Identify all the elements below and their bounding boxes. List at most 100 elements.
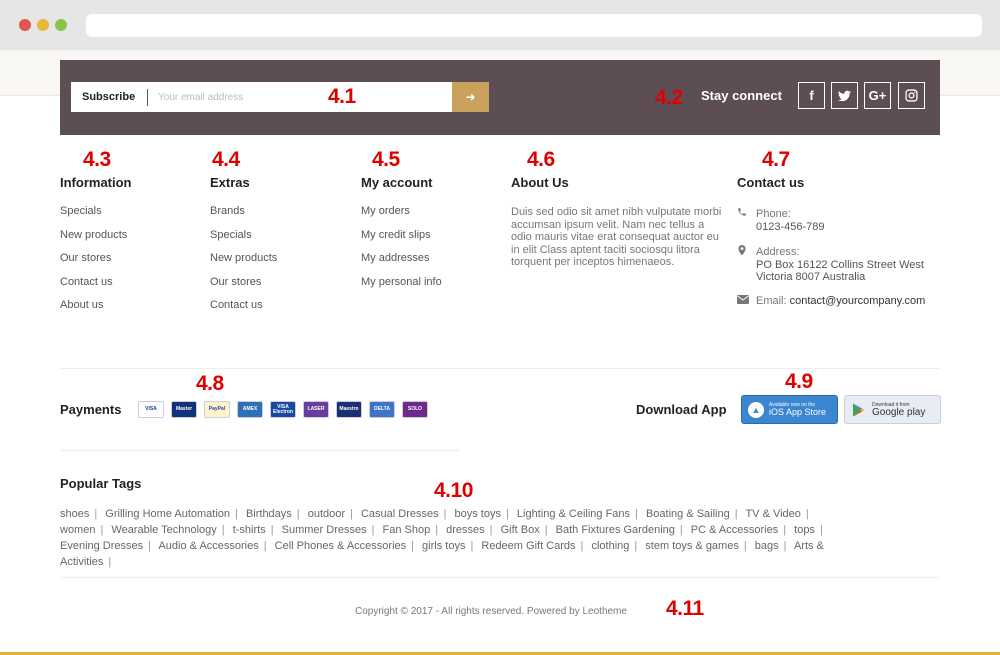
tag-separator: | [108, 556, 112, 568]
extras-link[interactable]: Brands [210, 205, 277, 229]
extras-link[interactable]: Contact us [210, 299, 277, 323]
app-store-button[interactable]: ▲ Available now on the iOS App Store [741, 395, 838, 424]
subscribe-label: Subscribe [82, 91, 136, 103]
tag-link[interactable]: dresses [446, 524, 485, 536]
instagram-button[interactable] [898, 82, 925, 109]
tag-link[interactable]: girls toys [422, 540, 465, 552]
popular-tags-title: Popular Tags [60, 476, 142, 491]
tag-link[interactable]: Lighting & Ceiling Fans [517, 508, 630, 520]
tag-separator: | [805, 508, 809, 520]
facebook-icon: f [809, 88, 814, 103]
payment-card-icon: SOLO [402, 401, 428, 418]
tag-link[interactable]: Gift Box [501, 524, 540, 536]
apple-app-store-icon: ▲ [748, 401, 764, 418]
twitter-icon [838, 90, 851, 101]
information-link[interactable]: Specials [60, 205, 127, 229]
information-link[interactable]: About us [60, 299, 127, 323]
newsletter-bar: Subscribe ➜ Stay connect f G+ [60, 60, 940, 135]
facebook-button[interactable]: f [798, 82, 825, 109]
information-link[interactable]: Contact us [60, 276, 127, 300]
my-account-link[interactable]: My credit slips [361, 229, 442, 253]
tag-separator: | [580, 540, 584, 552]
address-label: Address: [756, 246, 800, 258]
tag-link[interactable]: tops [794, 524, 815, 536]
tag-link[interactable]: Casual Dresses [361, 508, 439, 520]
my-account-title: My account [361, 175, 433, 190]
tag-link[interactable]: shoes [60, 508, 89, 520]
tag-link[interactable]: Summer Dresses [282, 524, 367, 536]
annotation-4-9: 4.9 [785, 370, 813, 393]
tag-separator: | [350, 508, 353, 520]
tag-link[interactable]: Cell Phones & Accessories [275, 540, 406, 552]
instagram-icon [905, 89, 918, 102]
email-input[interactable] [158, 86, 448, 108]
information-title: Information [60, 175, 132, 190]
email-block: Email: contact@yourcompany.com [756, 295, 925, 308]
address-bar[interactable] [86, 14, 982, 37]
tag-link[interactable]: Boating & Sailing [646, 508, 730, 520]
my-account-list: My orders My credit slips My addresses M… [361, 205, 442, 299]
tag-separator: | [443, 508, 447, 520]
tag-link[interactable]: TV & Video [745, 508, 800, 520]
close-window-dot[interactable] [19, 19, 31, 31]
tag-link[interactable]: Audio & Accessories [158, 540, 258, 552]
annotation-4-4: 4.4 [212, 148, 240, 171]
annotation-4-1: 4.1 [328, 85, 356, 108]
tag-separator: | [371, 524, 375, 536]
tag-link[interactable]: bags [755, 540, 779, 552]
maximize-window-dot[interactable] [55, 19, 67, 31]
information-link[interactable]: New products [60, 229, 127, 253]
tag-link[interactable]: clothing [591, 540, 629, 552]
subscribe-button[interactable]: ➜ [452, 82, 489, 112]
tag-link[interactable]: Birthdays [246, 508, 292, 520]
payments-title: Payments [60, 402, 122, 417]
google-plus-button[interactable]: G+ [864, 82, 891, 109]
tag-separator: | [544, 524, 548, 536]
payment-card-icon: LASER [303, 401, 329, 418]
google-play-button[interactable]: Download it from Google play [844, 395, 941, 424]
information-link[interactable]: Our stores [60, 252, 127, 276]
copyright-text: Copyright © 2017 - All rights reserved. … [355, 606, 627, 617]
google-play-text: Download it from Google play [872, 402, 926, 418]
address-line-2: Victoria 8007 Australia [756, 271, 866, 283]
download-app-title: Download App [636, 402, 727, 417]
tag-link[interactable]: stem toys & games [645, 540, 739, 552]
divider [60, 450, 460, 451]
tag-separator: | [470, 540, 474, 552]
extras-link[interactable]: Our stores [210, 276, 277, 300]
tag-link[interactable]: Fan Shop [383, 524, 431, 536]
page-footer: Subscribe ➜ Stay connect f G+ 4.1 4.2 4.… [0, 50, 1000, 655]
tag-link[interactable]: Bath Fixtures Gardening [556, 524, 675, 536]
extras-link[interactable]: Specials [210, 229, 277, 253]
phone-icon [737, 207, 747, 220]
tag-separator: | [221, 524, 225, 536]
address-line-1: PO Box 16122 Collins Street West [756, 258, 924, 271]
payment-card-icon: Maestro [336, 401, 362, 418]
tag-link[interactable]: women [60, 524, 95, 536]
tag-separator: | [270, 524, 274, 536]
twitter-button[interactable] [831, 82, 858, 109]
tag-link[interactable]: boys toys [455, 508, 501, 520]
google-play-label: Google play [872, 407, 926, 418]
payment-card-icon: AMEX [237, 401, 263, 418]
divider [60, 577, 940, 578]
email-link[interactable]: contact@yourcompany.com [790, 295, 926, 307]
google-plus-icon: G+ [868, 88, 887, 103]
my-account-link[interactable]: My personal info [361, 276, 442, 300]
my-account-link[interactable]: My addresses [361, 252, 442, 276]
tag-link[interactable]: outdoor [308, 508, 345, 520]
extras-link[interactable]: New products [210, 252, 277, 276]
annotation-4-6: 4.6 [527, 148, 555, 171]
tag-separator: | [634, 540, 638, 552]
payment-card-icon: Master [171, 401, 197, 418]
payment-card-icon: VISA [138, 401, 164, 418]
minimize-window-dot[interactable] [37, 19, 49, 31]
tag-link[interactable]: Wearable Technology [111, 524, 216, 536]
tag-link[interactable]: Evening Dresses [60, 540, 143, 552]
tag-link[interactable]: t-shirts [233, 524, 266, 536]
my-account-link[interactable]: My orders [361, 205, 442, 229]
tag-link[interactable]: Grilling Home Automation [105, 508, 230, 520]
tag-separator: | [783, 540, 787, 552]
tag-link[interactable]: PC & Accessories [691, 524, 778, 536]
tag-link[interactable]: Redeem Gift Cards [481, 540, 575, 552]
